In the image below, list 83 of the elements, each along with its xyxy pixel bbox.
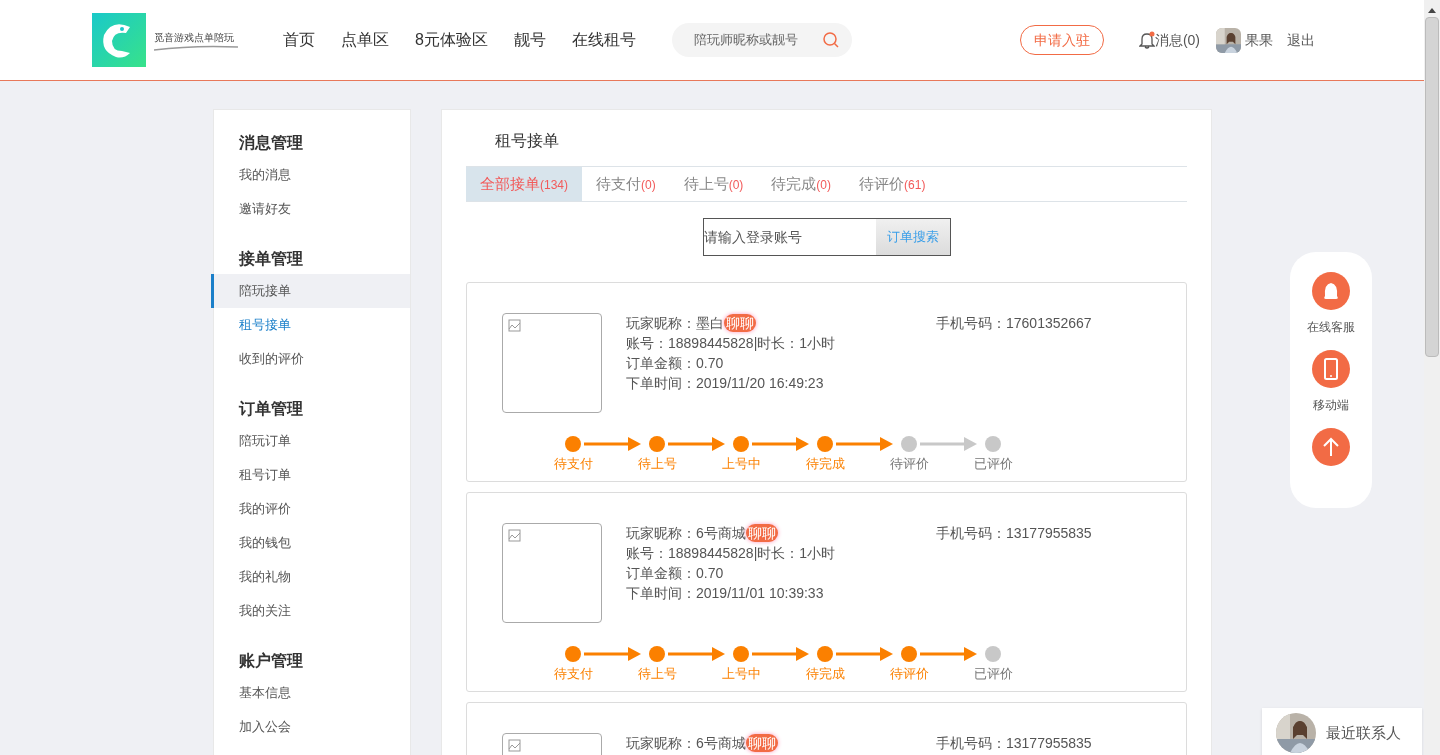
step-label: 待评价 bbox=[888, 665, 930, 683]
step-label: 待上号 bbox=[636, 455, 678, 473]
sidebar-item[interactable]: 租号订单 bbox=[214, 458, 410, 492]
order-time: 下单时间：2019/11/01 10:39:33 bbox=[626, 584, 825, 603]
search-field[interactable]: 陪玩师昵称或靓号 bbox=[671, 23, 852, 57]
nav-link[interactable]: 在线租号 bbox=[571, 28, 636, 52]
step-label: 待评价 bbox=[888, 455, 930, 473]
broken-image-icon bbox=[508, 319, 521, 332]
arrow-icon bbox=[668, 437, 725, 451]
arrow-icon bbox=[752, 647, 809, 661]
phone-number: 手机号码：13177955835 bbox=[936, 524, 1092, 543]
arrow-icon bbox=[920, 647, 977, 661]
order-time: 下单时间：2019/11/20 16:49:23 bbox=[626, 374, 825, 393]
search-icon[interactable] bbox=[821, 31, 840, 49]
arrow-icon bbox=[584, 437, 641, 451]
page-title: 租号接单 bbox=[494, 131, 560, 151]
sidebar-item[interactable]: 我的评价 bbox=[214, 492, 410, 526]
step-label: 待上号 bbox=[636, 665, 678, 683]
step-label: 上号中 bbox=[720, 665, 762, 683]
float-label: 移动端 bbox=[1313, 397, 1349, 414]
player-nickname: 玩家昵称：6号商城 bbox=[626, 734, 746, 753]
arrow-icon bbox=[584, 647, 641, 661]
scroll-thumb[interactable] bbox=[1425, 17, 1439, 357]
arrow-icon bbox=[836, 437, 893, 451]
sidebar-item[interactable]: 邀请好友 bbox=[214, 192, 410, 226]
sidebar-item[interactable]: 我的消息 bbox=[214, 158, 410, 192]
recent-contacts-label: 最近联系人 bbox=[1326, 722, 1401, 743]
swoosh-icon bbox=[154, 44, 238, 51]
tab[interactable]: 待支付(0) bbox=[582, 167, 670, 201]
sidebar-item[interactable]: 陪玩订单 bbox=[214, 424, 410, 458]
player-nickname: 玩家昵称：6号商城 bbox=[626, 524, 746, 543]
arrow-icon bbox=[752, 437, 809, 451]
scroll-up-icon[interactable] bbox=[1428, 8, 1436, 13]
nav-link[interactable]: 首页 bbox=[283, 28, 315, 52]
sidebar-item[interactable]: 我的关注 bbox=[214, 594, 410, 628]
phone-number: 手机号码：17601352667 bbox=[936, 314, 1092, 333]
step-label: 待支付 bbox=[552, 665, 594, 683]
sidebar-item[interactable]: 我的礼物 bbox=[214, 560, 410, 594]
bell-icon[interactable] bbox=[1138, 31, 1155, 49]
account-text: 账号：18898445828|时长：1小时 bbox=[626, 334, 837, 353]
nav-link[interactable]: 8元体验区 bbox=[415, 28, 488, 52]
broken-image-icon bbox=[508, 529, 521, 542]
step-label: 已评价 bbox=[972, 665, 1014, 683]
nav-link[interactable]: 靓号 bbox=[513, 28, 546, 52]
order-amount: 订单金额：0.70 bbox=[626, 354, 725, 373]
recent-contacts-bar[interactable]: 最近联系人 bbox=[1262, 708, 1422, 755]
logo-text: 觅音游戏点单陪玩 bbox=[154, 30, 235, 45]
player-nickname: 玩家昵称：墨白 bbox=[626, 314, 724, 333]
tab[interactable]: 待完成(0) bbox=[757, 167, 846, 201]
sidebar-item[interactable]: 基本信息 bbox=[214, 676, 410, 710]
scrollbar[interactable] bbox=[1424, 0, 1440, 755]
sidebar-item[interactable]: 我的钱包 bbox=[214, 526, 410, 560]
tab[interactable]: 待评价(61) bbox=[845, 167, 940, 201]
search-input[interactable]: 请输入登录账号 bbox=[703, 219, 876, 255]
sidebar-item[interactable]: 陪玩接单 bbox=[211, 274, 410, 308]
section-title: 接单管理 bbox=[238, 249, 304, 269]
sidebar-item[interactable]: 加入公会 bbox=[214, 710, 410, 744]
sidebar-item[interactable]: 收到的评价 bbox=[214, 342, 410, 376]
arrow-up-icon[interactable] bbox=[1312, 428, 1350, 466]
tab[interactable]: 待上号(0) bbox=[669, 167, 758, 201]
step-label: 待支付 bbox=[552, 455, 594, 473]
arrow-icon bbox=[668, 647, 725, 661]
step-label: 待完成 bbox=[804, 455, 846, 473]
messages-link[interactable]: 消息(0) bbox=[1154, 29, 1201, 51]
search-input[interactable]: 陪玩师昵称或靓号 bbox=[693, 30, 814, 50]
step-label: 待完成 bbox=[804, 665, 846, 683]
section-title: 订单管理 bbox=[237, 399, 304, 419]
phone-icon[interactable] bbox=[1312, 350, 1350, 388]
arrow-icon bbox=[920, 437, 977, 451]
section-title: 消息管理 bbox=[238, 133, 304, 153]
step-label: 已评价 bbox=[972, 455, 1014, 473]
user-name[interactable]: 果果 bbox=[1245, 29, 1274, 51]
broken-image-icon bbox=[508, 739, 521, 752]
account-text: 账号：18898445828|时长：1小时 bbox=[626, 544, 837, 563]
arrow-icon bbox=[836, 647, 893, 661]
section-title: 账户管理 bbox=[238, 651, 304, 671]
nav-link[interactable]: 点单区 bbox=[341, 28, 389, 52]
phone-number: 手机号码：13177955835 bbox=[936, 734, 1092, 753]
logout-link[interactable]: 退出 bbox=[1287, 29, 1316, 51]
sidebar-item[interactable]: 租号接单 bbox=[214, 308, 410, 342]
float-label: 在线客服 bbox=[1307, 319, 1355, 336]
order-amount: 订单金额：0.70 bbox=[626, 564, 725, 583]
step-label: 上号中 bbox=[720, 455, 762, 473]
